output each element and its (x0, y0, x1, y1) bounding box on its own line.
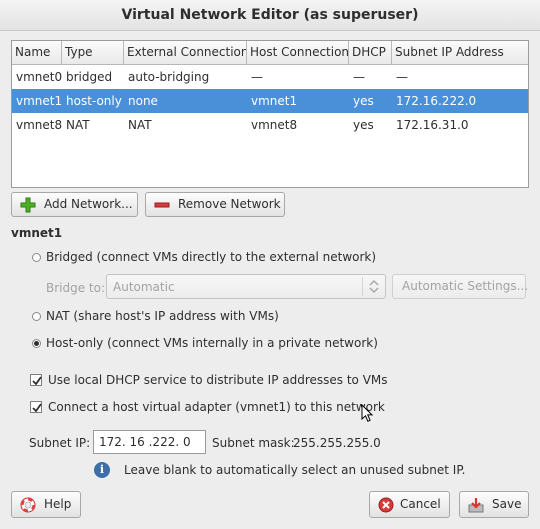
updown-icon (362, 277, 385, 296)
table-row-selected[interactable]: vmnet1 host-only none vmnet1 yes 172.16.… (12, 89, 528, 113)
host-adapter-checkbox[interactable] (30, 401, 42, 413)
cell-external: auto-bridging (128, 70, 210, 84)
cell-name: vmnet1 (16, 94, 62, 108)
network-table[interactable]: Name Type External Connection Host Conne… (11, 40, 529, 188)
cell-external: none (128, 94, 158, 108)
subnet-ip-input[interactable]: 172. 16 .222. 0 (93, 430, 206, 454)
cancel-icon (378, 497, 394, 513)
save-icon (468, 497, 484, 513)
lifebuoy-icon (20, 497, 36, 513)
cell-type: bridged (66, 70, 113, 84)
save-button[interactable]: Save (459, 491, 529, 518)
add-network-label: Add Network... (44, 197, 133, 211)
bridge-to-value: Automatic (113, 280, 175, 294)
remove-network-button[interactable]: Remove Network (145, 192, 285, 217)
cell-subnet: 172.16.222.0 (396, 94, 477, 108)
column-header-name[interactable]: Name (12, 41, 62, 64)
minus-icon (154, 197, 170, 213)
column-header-type[interactable]: Type (62, 41, 124, 64)
column-header-host-connection[interactable]: Host Connection (247, 41, 349, 64)
bridge-to-select[interactable]: Automatic (106, 274, 386, 299)
bridged-label[interactable]: Bridged (connect VMs directly to the ext… (46, 250, 376, 264)
table-row[interactable]: vmnet8 NAT NAT vmnet8 yes 172.16.31.0 (12, 113, 528, 137)
cell-type: host-only (66, 94, 122, 108)
cell-host: vmnet8 (251, 118, 298, 132)
subnet-hint: Leave blank to automatically select an u… (124, 463, 466, 477)
dhcp-label[interactable]: Use local DHCP service to distribute IP … (48, 373, 388, 387)
host-only-label[interactable]: Host-only (connect VMs internally in a p… (46, 336, 378, 350)
cell-dhcp: — (353, 70, 365, 84)
selected-network-heading: vmnet1 (11, 226, 63, 240)
plus-icon (20, 197, 36, 213)
checkmark-icon (32, 376, 42, 386)
bridge-to-label: Bridge to: (46, 281, 106, 295)
nat-label[interactable]: NAT (share host's IP address with VMs) (46, 309, 279, 323)
cell-dhcp: yes (353, 94, 374, 108)
column-header-dhcp[interactable]: DHCP (349, 41, 392, 64)
help-label: Help (44, 497, 72, 511)
cell-subnet: — (396, 70, 408, 84)
cell-name: vmnet0 (16, 70, 62, 84)
mouse-pointer-icon (361, 404, 373, 422)
cell-subnet: 172.16.31.0 (396, 118, 469, 132)
column-header-external-connection[interactable]: External Connection (124, 41, 247, 64)
table-row[interactable]: vmnet0 bridged auto-bridging — — — (12, 65, 528, 89)
subnet-ip-label: Subnet IP: (29, 436, 91, 450)
nat-radio[interactable] (32, 312, 41, 321)
subnet-mask-value: 255.255.255.0 (293, 436, 381, 450)
table-header: Name Type External Connection Host Conne… (12, 41, 528, 65)
subnet-mask-label: Subnet mask: (212, 436, 295, 450)
cell-name: vmnet8 (16, 118, 62, 132)
host-only-radio[interactable] (32, 339, 41, 348)
bridged-radio[interactable] (32, 253, 41, 262)
cell-external: NAT (128, 118, 152, 132)
remove-network-label: Remove Network (178, 197, 281, 211)
save-label: Save (492, 497, 522, 511)
column-header-subnet-ip[interactable]: Subnet IP Address (392, 41, 528, 64)
cell-host: — (251, 70, 263, 84)
cancel-button[interactable]: Cancel (369, 491, 450, 518)
info-icon: i (94, 462, 110, 478)
dhcp-checkbox[interactable] (30, 374, 42, 386)
automatic-settings-label: Automatic Settings... (402, 279, 529, 293)
help-button[interactable]: Help (11, 491, 81, 518)
cell-host: vmnet1 (251, 94, 298, 108)
cell-dhcp: yes (353, 118, 374, 132)
cell-type: NAT (66, 118, 90, 132)
host-adapter-label[interactable]: Connect a host virtual adapter (vmnet1) … (48, 400, 385, 414)
checkmark-icon (32, 403, 42, 413)
window-title: Virtual Network Editor (as superuser) (0, 0, 540, 31)
cancel-label: Cancel (400, 497, 441, 511)
add-network-button[interactable]: Add Network... (11, 192, 138, 217)
automatic-settings-button[interactable]: Automatic Settings... (392, 274, 529, 299)
